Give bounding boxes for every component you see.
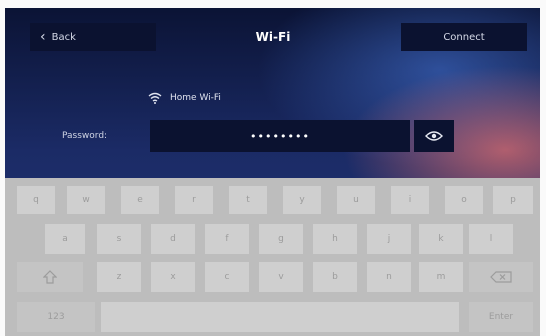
key-t[interactable]: t: [229, 186, 267, 214]
password-label: Password:: [62, 131, 108, 141]
back-button[interactable]: ‹ Back: [30, 23, 156, 51]
key-v[interactable]: v: [259, 262, 303, 292]
backspace-icon: [490, 271, 512, 283]
key-a[interactable]: a: [45, 224, 85, 254]
key-e[interactable]: e: [121, 186, 159, 214]
frame-top-edge: [0, 0, 546, 8]
show-password-button[interactable]: [414, 120, 454, 152]
key-o[interactable]: o: [445, 186, 483, 214]
key-w[interactable]: w: [67, 186, 105, 214]
page-title: Wi-Fi: [255, 30, 291, 44]
back-button-label: Back: [51, 31, 76, 43]
key-p[interactable]: p: [493, 186, 533, 214]
key-i[interactable]: i: [391, 186, 429, 214]
network-name: Home Wi-Fi: [170, 93, 221, 103]
key-d[interactable]: d: [151, 224, 195, 254]
key-y[interactable]: y: [283, 186, 321, 214]
key-n[interactable]: n: [367, 262, 411, 292]
key-j[interactable]: j: [367, 224, 411, 254]
password-field[interactable]: ••••••••: [150, 120, 410, 152]
enter-key[interactable]: Enter: [469, 302, 533, 332]
wifi-screen: ‹ Back Wi-Fi Connect Home Wi-Fi Password…: [0, 0, 546, 336]
key-g[interactable]: g: [259, 224, 303, 254]
eye-icon: [425, 131, 443, 141]
key-z[interactable]: z: [97, 262, 141, 292]
key-c[interactable]: c: [205, 262, 249, 292]
key-b[interactable]: b: [313, 262, 357, 292]
key-l[interactable]: l: [469, 224, 513, 254]
backspace-key[interactable]: [469, 262, 533, 292]
mode-key[interactable]: 123: [17, 302, 95, 332]
key-s[interactable]: s: [97, 224, 141, 254]
wifi-icon: [148, 92, 162, 104]
on-screen-keyboard: q w e r t y u i o p a s d f g h j k l z …: [5, 178, 540, 336]
key-u[interactable]: u: [337, 186, 375, 214]
key-x[interactable]: x: [151, 262, 195, 292]
key-h[interactable]: h: [313, 224, 357, 254]
network-row: Home Wi-Fi: [148, 90, 221, 106]
connect-button[interactable]: Connect: [401, 23, 527, 51]
key-q[interactable]: q: [17, 186, 55, 214]
chevron-left-icon: ‹: [40, 29, 46, 45]
shift-icon: [43, 270, 57, 284]
key-r[interactable]: r: [175, 186, 213, 214]
shift-key[interactable]: [17, 262, 83, 292]
frame-right-edge: [540, 0, 546, 336]
key-f[interactable]: f: [205, 224, 249, 254]
key-k[interactable]: k: [419, 224, 463, 254]
key-m[interactable]: m: [419, 262, 463, 292]
space-key[interactable]: [101, 302, 459, 332]
connect-button-label: Connect: [443, 31, 485, 43]
